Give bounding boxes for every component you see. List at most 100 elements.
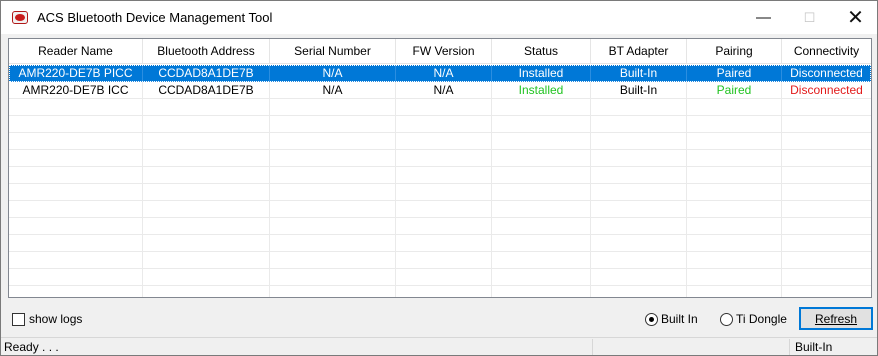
column-header-serial-number[interactable]: Serial Number xyxy=(270,39,396,64)
cell-reader-name xyxy=(9,235,143,252)
cell-fw-version xyxy=(396,184,492,201)
column-header-fw-version[interactable]: FW Version xyxy=(396,39,492,64)
cell-fw-version xyxy=(396,201,492,218)
cell-fw-version xyxy=(396,235,492,252)
maximize-button[interactable]: ☐ xyxy=(787,1,832,34)
bottom-controls: show logs Built In Ti Dongle Refresh xyxy=(1,301,877,336)
cell-pairing xyxy=(687,184,782,201)
empty-row xyxy=(9,184,871,201)
cell-bluetooth-address xyxy=(143,184,270,201)
refresh-button-label: Refresh xyxy=(814,311,858,326)
cell-connectivity xyxy=(782,99,871,116)
empty-row xyxy=(9,201,871,218)
cell-pairing xyxy=(687,167,782,184)
empty-row xyxy=(9,218,871,235)
refresh-button[interactable]: Refresh xyxy=(799,307,873,330)
column-header-bt-adapter[interactable]: BT Adapter xyxy=(591,39,687,64)
cell-connectivity: Disconnected xyxy=(782,65,871,82)
empty-row xyxy=(9,99,871,116)
status-text: Ready . . . xyxy=(4,340,59,354)
cell-pairing xyxy=(687,116,782,133)
column-header-pairing[interactable]: Pairing xyxy=(687,39,782,64)
cell-serial-number xyxy=(270,201,396,218)
title-bar[interactable]: ACS Bluetooth Device Management Tool — ☐… xyxy=(1,1,877,34)
radio-ti-dongle-label: Ti Dongle xyxy=(736,312,787,326)
status-divider xyxy=(592,339,593,355)
cell-bt-adapter xyxy=(591,167,687,184)
radio-built-in-indicator[interactable] xyxy=(645,312,658,326)
cell-reader-name: AMR220-DE7B ICC xyxy=(9,82,143,99)
cell-bluetooth-address xyxy=(143,150,270,167)
column-header-reader-name[interactable]: Reader Name xyxy=(9,39,143,64)
cell-reader-name xyxy=(9,150,143,167)
close-button[interactable]: ✕ xyxy=(833,1,878,34)
cell-fw-version xyxy=(396,252,492,269)
cell-bluetooth-address xyxy=(143,133,270,150)
show-logs-label: show logs xyxy=(29,312,83,326)
cell-pairing xyxy=(687,201,782,218)
table-row[interactable]: AMR220-DE7B PICC CCDAD8A1DE7B N/A N/A Instal… xyxy=(9,65,871,82)
cell-status xyxy=(492,269,591,286)
empty-row xyxy=(9,235,871,252)
cell-serial-number xyxy=(270,218,396,235)
column-header-connectivity[interactable]: Connectivity xyxy=(782,39,871,64)
cell-connectivity xyxy=(782,167,871,184)
cell-status xyxy=(492,286,591,297)
status-divider xyxy=(789,339,790,355)
cell-serial-number xyxy=(270,235,396,252)
cell-status xyxy=(492,133,591,150)
checkbox-box[interactable] xyxy=(12,312,25,326)
cell-connectivity xyxy=(782,252,871,269)
cell-bt-adapter xyxy=(591,116,687,133)
cell-reader-name xyxy=(9,99,143,116)
cell-connectivity xyxy=(782,184,871,201)
cell-serial-number xyxy=(270,150,396,167)
cell-status xyxy=(492,99,591,116)
cell-pairing xyxy=(687,269,782,286)
column-header-status[interactable]: Status xyxy=(492,39,591,64)
cell-fw-version xyxy=(396,269,492,286)
cell-fw-version xyxy=(396,167,492,184)
cell-bt-adapter xyxy=(591,269,687,286)
cell-reader-name xyxy=(9,201,143,218)
cell-serial-number xyxy=(270,116,396,133)
cell-bt-adapter xyxy=(591,201,687,218)
window-title: ACS Bluetooth Device Management Tool xyxy=(37,10,273,25)
list-header: Reader Name Bluetooth Address Serial Num… xyxy=(9,39,871,64)
cell-reader-name xyxy=(9,218,143,235)
cell-reader-name xyxy=(9,269,143,286)
cell-bluetooth-address xyxy=(143,167,270,184)
table-row[interactable]: AMR220-DE7B ICC CCDAD8A1DE7B N/A N/A Install… xyxy=(9,82,871,99)
cell-pairing xyxy=(687,218,782,235)
cell-bt-adapter: Built-In xyxy=(591,82,687,99)
cell-pairing: Paired xyxy=(687,82,782,99)
cell-status xyxy=(492,218,591,235)
cell-pairing xyxy=(687,286,782,297)
minimize-button[interactable]: — xyxy=(741,1,786,34)
cell-fw-version xyxy=(396,116,492,133)
cell-reader-name xyxy=(9,133,143,150)
show-logs-checkbox[interactable]: show logs xyxy=(12,312,82,326)
radio-ti-dongle-indicator[interactable] xyxy=(720,312,733,326)
cell-connectivity xyxy=(782,235,871,252)
column-header-bluetooth-address[interactable]: Bluetooth Address xyxy=(143,39,270,64)
cell-serial-number xyxy=(270,286,396,297)
cell-status xyxy=(492,184,591,201)
cell-fw-version xyxy=(396,133,492,150)
radio-ti-dongle[interactable]: Ti Dongle xyxy=(720,312,787,326)
cell-bluetooth-address xyxy=(143,218,270,235)
cell-reader-name xyxy=(9,167,143,184)
device-list[interactable]: Reader Name Bluetooth Address Serial Num… xyxy=(8,38,872,298)
cell-status xyxy=(492,150,591,167)
cell-pairing xyxy=(687,252,782,269)
cell-bluetooth-address xyxy=(143,201,270,218)
cell-serial-number: N/A xyxy=(270,65,396,82)
cell-connectivity: Disconnected xyxy=(782,82,871,99)
radio-built-in[interactable]: Built In xyxy=(645,312,698,326)
cell-pairing xyxy=(687,235,782,252)
cell-fw-version xyxy=(396,286,492,297)
cell-bt-adapter xyxy=(591,184,687,201)
cell-fw-version xyxy=(396,150,492,167)
cell-bluetooth-address xyxy=(143,235,270,252)
acs-logo-icon xyxy=(12,11,28,24)
